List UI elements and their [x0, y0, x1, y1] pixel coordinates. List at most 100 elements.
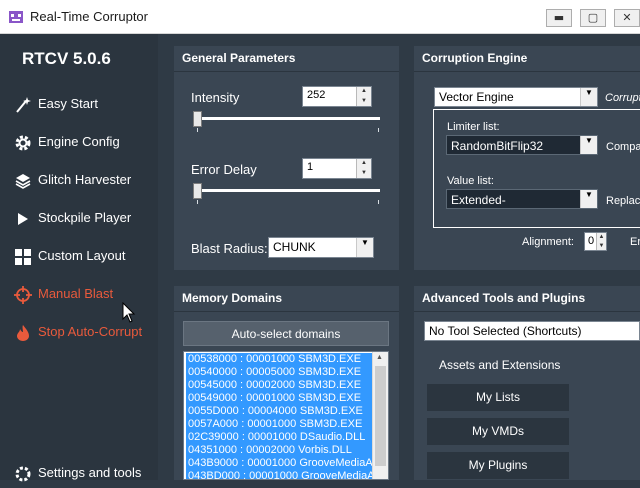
tool-select-value: No Tool Selected (Shortcuts) [429, 324, 582, 338]
window-title: Real-Time Corruptor [30, 9, 148, 24]
divider [414, 311, 640, 312]
my-vmds-button[interactable]: My VMDs [427, 418, 569, 445]
scroll-up-icon[interactable]: ▲ [376, 354, 383, 361]
error-delay-spinner[interactable]: 1 ▲ ▼ [302, 158, 372, 179]
replace-label: Replac [606, 195, 640, 207]
sidebar-item-glitch-harvester[interactable]: Glitch Harvester [14, 167, 154, 195]
play-icon [18, 213, 28, 225]
auto-select-domains-button[interactable]: Auto-select domains [183, 321, 389, 346]
value-list-value: Extended- [451, 193, 506, 207]
sidebar-item-label: Stockpile Player [38, 210, 132, 225]
minimize-button[interactable]: ▬ [546, 9, 572, 27]
sidebar-item-label: Manual Blast [38, 286, 114, 301]
memory-domain-list[interactable]: 00538000 : 00001000 SBM3D.EXE 00540000 :… [183, 351, 389, 480]
list-item[interactable]: 00540000 : 00005000 SBM3D.EXE [186, 366, 374, 379]
blast-radius-select[interactable]: CHUNK ▼ [268, 237, 374, 258]
sidebar-item-settings-and-tools[interactable]: Settings and tools [14, 460, 154, 488]
limiter-list-value: RandomBitFlip32 [451, 139, 544, 153]
error-delay-slider-thumb[interactable] [193, 183, 202, 199]
compare-label: Compa [606, 141, 640, 153]
assets-and-extensions-label: Assets and Extensions [439, 358, 561, 372]
sidebar-item-stockpile-player[interactable]: Stockpile Player [14, 205, 154, 233]
my-plugins-button[interactable]: My Plugins [427, 452, 569, 479]
close-button[interactable]: ✕ [614, 9, 640, 27]
spin-up-icon[interactable]: ▲ [357, 159, 371, 169]
crosshair-icon [14, 286, 32, 304]
intensity-spinner[interactable]: 252 ▲ ▼ [302, 86, 372, 107]
intensity-label: Intensity [191, 90, 240, 105]
layers-icon [15, 174, 31, 189]
spin-up-icon[interactable]: ▲ [357, 87, 371, 97]
error-delay-label: Error Delay [191, 162, 257, 177]
panel-header: Memory Domains [182, 291, 283, 305]
maximize-button[interactable]: ▢ [580, 9, 606, 27]
limiter-list-label: Limiter list: [447, 121, 500, 133]
value-list-label: Value list: [447, 175, 494, 187]
spinner-buttons[interactable]: ▲ ▼ [356, 159, 371, 178]
engine-value: Vector Engine [439, 90, 514, 104]
wand-icon [16, 97, 31, 113]
blast-radius-value: CHUNK [273, 240, 316, 254]
corrupt-label: Corrupt [605, 92, 640, 104]
sidebar-item-label: Glitch Harvester [38, 172, 132, 187]
spin-down-icon[interactable]: ▼ [357, 97, 371, 107]
list-item[interactable]: 0055D000 : 00004000 SBM3D.EXE [186, 405, 374, 418]
mouse-cursor-icon [122, 302, 136, 323]
tool-select[interactable]: No Tool Selected (Shortcuts) [424, 321, 640, 341]
sidebar-item-engine-config[interactable]: Engine Config [14, 129, 154, 157]
my-lists-button[interactable]: My Lists [427, 384, 569, 411]
list-scrollbar[interactable]: ▲ [372, 352, 388, 479]
error-delay-slider-track[interactable] [195, 189, 380, 192]
sidebar-item-label: Easy Start [38, 96, 98, 111]
spin-down-icon[interactable]: ▼ [357, 169, 371, 179]
sidebar-item-easy-start[interactable]: Easy Start [14, 91, 154, 119]
list-item[interactable]: 02C39000 : 00001000 DSaudio.DLL [186, 431, 374, 444]
slider-tick [378, 128, 379, 132]
sidebar-item-label: Engine Config [38, 134, 120, 149]
alignment-value: 0 [588, 235, 595, 247]
list-item[interactable]: 043BD000 : 00001000 GrooveMediaA [186, 470, 375, 479]
app-icon [9, 11, 23, 23]
sidebar-item-label: Custom Layout [38, 248, 126, 263]
spin-up-icon[interactable]: ▲ [597, 233, 606, 242]
list-item[interactable]: 043B9000 : 00001000 GrooveMediaA [186, 457, 374, 470]
limiter-list-select[interactable]: RandomBitFlip32 ▼ [446, 135, 598, 155]
spin-down-icon[interactable]: ▼ [597, 242, 606, 251]
chevron-down-icon: ▼ [580, 88, 597, 106]
sidebar-item-custom-layout[interactable]: Custom Layout [14, 243, 154, 271]
intensity-slider-track[interactable] [195, 117, 380, 120]
chevron-down-icon: ▼ [580, 136, 597, 154]
sidebar-item-label: Settings and tools [38, 465, 142, 480]
divider [174, 71, 399, 72]
scrollbar-thumb[interactable] [375, 366, 386, 466]
flame-icon [17, 325, 29, 341]
engine-select[interactable]: Vector Engine ▼ [434, 87, 598, 107]
error-delay-value: 1 [307, 161, 314, 173]
grid-icon [15, 249, 31, 265]
divider [414, 71, 640, 72]
settings-icon [15, 466, 31, 482]
chevron-down-icon: ▼ [580, 190, 597, 208]
list-item[interactable]: 0057A000 : 00001000 SBM3D.EXE [186, 418, 374, 431]
chevron-down-icon: ▼ [356, 238, 373, 257]
list-item[interactable]: 00545000 : 00002000 SBM3D.EXE [186, 379, 374, 392]
spinner-buttons[interactable]: ▲ ▼ [596, 233, 606, 250]
panel-header: General Parameters [182, 51, 296, 65]
slider-tick [197, 128, 198, 132]
gear-icon [15, 135, 31, 151]
list-item[interactable]: 04351000 : 00002000 Vorbis.DLL [186, 444, 374, 457]
slider-tick [197, 200, 198, 204]
panel-header: Advanced Tools and Plugins [422, 291, 586, 305]
spinner-buttons[interactable]: ▲ ▼ [356, 87, 371, 106]
intensity-slider-thumb[interactable] [193, 111, 202, 127]
divider [174, 311, 399, 312]
list-item[interactable]: 00538000 : 00001000 SBM3D.EXE [186, 353, 374, 366]
alignment-spinner[interactable]: 0 ▲ ▼ [584, 232, 607, 251]
panel-header: Corruption Engine [422, 51, 528, 65]
advanced-tools-panel [414, 286, 640, 480]
sidebar-item-label: Stop Auto-Corrupt [38, 324, 143, 339]
trailing-label: Er [630, 236, 640, 248]
blast-radius-label: Blast Radius: [191, 241, 268, 256]
value-list-select[interactable]: Extended- ▼ [446, 189, 598, 209]
list-item[interactable]: 00549000 : 00001000 SBM3D.EXE [186, 392, 374, 405]
